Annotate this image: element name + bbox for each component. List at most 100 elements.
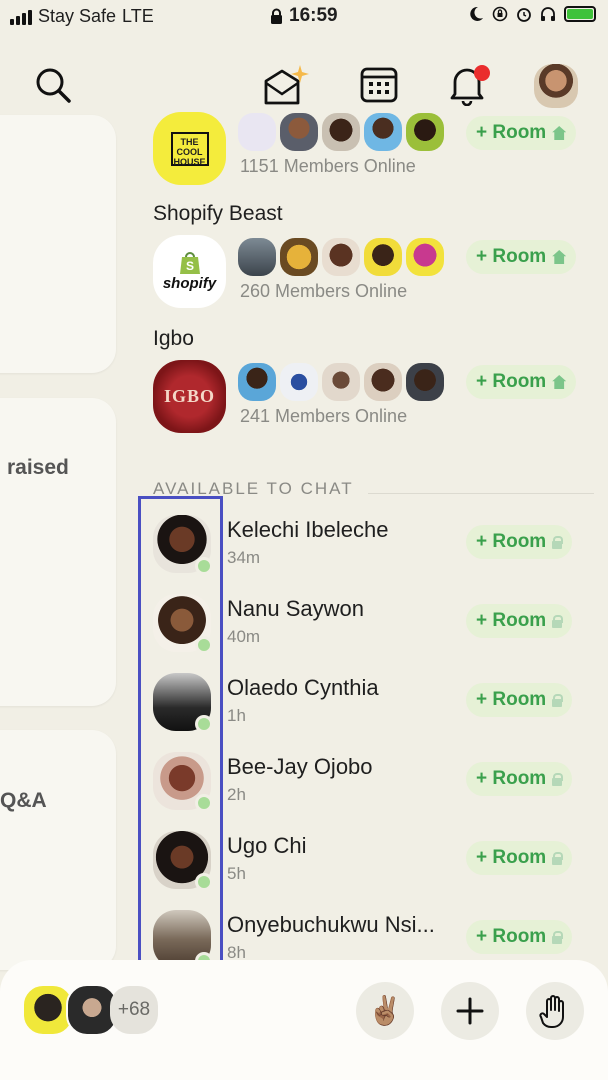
club-name: Shopify Beast <box>153 202 283 225</box>
club-name: Igbo <box>153 327 194 350</box>
club-logo: S shopify <box>153 235 226 308</box>
chat-person-row[interactable]: Olaedo Cynthia 1h + Room <box>0 673 608 752</box>
room-button-label: + Room <box>476 531 547 552</box>
plus-icon <box>456 997 484 1025</box>
peace-hand-icon: ✌🏽 <box>367 995 403 1026</box>
status-bar: Stay Safe LTE 16:59 <box>0 0 608 34</box>
chat-person-row[interactable]: Kelechi Ibeleche 34m + Room <box>0 515 608 594</box>
carrier-info: Stay Safe LTE <box>10 6 154 27</box>
club-logo-text: THE COOL HOUSE <box>170 131 209 167</box>
friends-count: +68 <box>110 986 158 1034</box>
room-button-label: + Room <box>476 122 547 143</box>
battery-icon <box>564 6 596 22</box>
person-name: Bee-Jay Ojobo <box>227 754 373 779</box>
person-name: Onyebuchukwu Nsi... <box>227 912 435 937</box>
room-button-label: + Room <box>476 847 547 868</box>
section-divider <box>368 493 594 494</box>
house-icon <box>552 250 567 264</box>
lock-icon <box>271 8 282 24</box>
signal-icon <box>10 9 32 25</box>
person-last-active: 5h <box>227 864 246 883</box>
start-room-button[interactable]: + Room <box>466 116 577 150</box>
member-avatar <box>238 238 276 276</box>
lock-icon <box>552 930 564 944</box>
peace-hand-button[interactable]: ✌🏽 <box>356 982 414 1040</box>
start-room-button[interactable]: + Room <box>466 604 573 638</box>
member-avatar <box>322 113 360 151</box>
club-logo-text: IGBO <box>163 386 215 406</box>
members-online: 241 Members Online <box>240 406 408 426</box>
network-type: LTE <box>122 6 154 26</box>
lock-icon <box>552 772 564 786</box>
raise-hand-icon <box>539 995 564 1028</box>
member-avatar <box>322 238 360 276</box>
alarm-icon <box>517 8 531 22</box>
room-button-label: + Room <box>476 768 547 789</box>
house-icon <box>552 126 567 140</box>
member-avatar <box>406 363 444 401</box>
headphones-icon <box>541 7 555 21</box>
lock-icon <box>552 851 564 865</box>
club-logo: THE COOL HOUSE <box>153 112 226 185</box>
online-friends-stack[interactable]: +68 <box>22 984 158 1036</box>
member-avatars <box>238 238 444 276</box>
person-last-active: 2h <box>227 785 246 804</box>
start-room-button[interactable]: + Room <box>466 762 573 796</box>
lock-icon <box>552 535 564 549</box>
start-room-button[interactable]: + Room <box>466 365 577 399</box>
member-avatar <box>280 238 318 276</box>
room-button-label: + Room <box>476 926 547 947</box>
side-card-1[interactable] <box>0 115 116 373</box>
room-button-label: + Room <box>476 689 547 710</box>
member-avatar <box>364 238 402 276</box>
chat-person-row[interactable]: Bee-Jay Ojobo 2h + Room <box>0 752 608 831</box>
shopify-bag-icon: S <box>179 252 200 274</box>
start-room-button[interactable]: + Room <box>466 683 573 717</box>
start-room-button[interactable]: + Room <box>466 920 573 954</box>
status-time: 16:59 <box>270 5 338 27</box>
orientation-lock-icon <box>492 6 508 22</box>
calendar-icon[interactable] <box>354 55 404 115</box>
member-avatars <box>238 363 444 401</box>
start-room-button[interactable]: + Room <box>466 841 573 875</box>
club-logo: IGBO <box>153 360 226 433</box>
top-nav <box>0 55 608 115</box>
member-avatar <box>406 238 444 276</box>
start-room-button[interactable]: + Room <box>466 525 573 559</box>
room-button-label: + Room <box>476 246 547 267</box>
member-avatars <box>238 113 444 151</box>
status-icons <box>468 6 596 22</box>
person-last-active: 40m <box>227 627 261 646</box>
member-avatar <box>364 113 402 151</box>
chat-person-row[interactable]: Nanu Saywon 40m + Room <box>0 594 608 673</box>
envelope-sparkle-icon[interactable] <box>262 55 312 115</box>
start-room-button[interactable]: + Room <box>466 240 577 274</box>
profile-avatar[interactable] <box>534 64 578 108</box>
member-avatar <box>238 113 276 151</box>
plus-button[interactable] <box>441 982 499 1040</box>
bell-icon[interactable] <box>442 55 492 115</box>
member-avatar <box>406 113 444 151</box>
time-text: 16:59 <box>289 5 338 26</box>
person-name: Kelechi Ibeleche <box>227 517 389 542</box>
member-avatar <box>238 363 276 401</box>
member-avatar <box>364 363 402 401</box>
raise-hand-button[interactable] <box>526 982 584 1040</box>
room-button-label: + Room <box>476 371 547 392</box>
member-avatar <box>280 113 318 151</box>
member-avatar <box>322 363 360 401</box>
avatar-column-highlight <box>138 496 223 966</box>
room-button-label: + Room <box>476 610 547 631</box>
search-icon[interactable] <box>28 55 78 115</box>
notification-dot <box>474 65 490 81</box>
bottom-bar: +68 ✌🏽 <box>0 960 608 1080</box>
person-name: Olaedo Cynthia <box>227 675 379 700</box>
chat-person-row[interactable]: Ugo Chi 5h + Room <box>0 831 608 910</box>
svg-text:S: S <box>185 259 193 273</box>
person-name: Ugo Chi <box>227 833 307 858</box>
members-online: 260 Members Online <box>240 281 408 301</box>
person-name: Nanu Saywon <box>227 596 364 621</box>
members-online: 1151 Members Online <box>240 156 416 176</box>
moon-icon <box>470 6 483 21</box>
member-avatar <box>280 363 318 401</box>
